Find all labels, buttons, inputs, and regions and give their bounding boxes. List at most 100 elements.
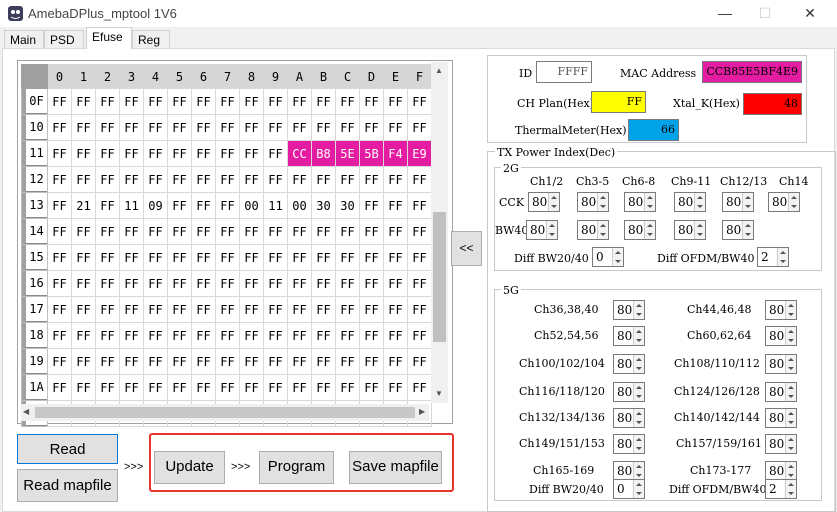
grid-cell[interactable]: FF [383, 244, 408, 271]
grid-cell[interactable]: FF [263, 348, 288, 375]
grid-cell[interactable]: FF [143, 88, 168, 115]
grid-cell[interactable]: FF [167, 114, 192, 141]
grid-cell[interactable]: FF [335, 88, 360, 115]
grid-cell[interactable]: FF [359, 244, 384, 271]
grid-cell[interactable]: FF [215, 166, 240, 193]
channel-spinner-5g[interactable]: 80 [613, 326, 645, 346]
grid-cell[interactable]: FF [95, 374, 120, 401]
grid-cell[interactable]: FF [119, 322, 144, 349]
grid-cell[interactable]: FF [47, 348, 72, 375]
grid-cell[interactable]: FF [383, 114, 408, 141]
grid-cell[interactable]: FF [359, 114, 384, 141]
grid-cell[interactable]: F4 [383, 140, 408, 167]
cck-spinner[interactable]: 80 [674, 192, 706, 212]
grid-cell[interactable]: FF [215, 374, 240, 401]
scroll-down-icon[interactable]: ▼ [435, 389, 443, 398]
grid-cell[interactable]: FF [311, 322, 336, 349]
grid-cell[interactable]: 00 [239, 192, 264, 219]
grid-cell[interactable]: FF [215, 192, 240, 219]
grid-cell[interactable]: FF [71, 88, 96, 115]
grid-cell[interactable]: FF [335, 296, 360, 323]
grid-cell[interactable]: FF [119, 114, 144, 141]
grid-cell[interactable]: FF [263, 296, 288, 323]
read-mapfile-button[interactable]: Read mapfile [17, 469, 118, 502]
grid-cell[interactable]: FF [71, 244, 96, 271]
grid-cell[interactable]: FF [119, 244, 144, 271]
grid-cell[interactable]: FF [359, 296, 384, 323]
grid-cell[interactable]: FF [311, 348, 336, 375]
grid-cell[interactable]: FF [407, 192, 432, 219]
grid-cell[interactable]: FF [71, 296, 96, 323]
spin-arrows-icon[interactable] [785, 355, 796, 373]
spin-arrows-icon[interactable] [742, 221, 753, 239]
grid-cell[interactable]: FF [263, 374, 288, 401]
grid-cell[interactable]: FF [335, 218, 360, 245]
grid-cell[interactable]: FF [383, 296, 408, 323]
grid-cell[interactable]: FF [191, 374, 216, 401]
grid-cell[interactable]: FF [191, 166, 216, 193]
channel-spinner-5g[interactable]: 80 [765, 408, 797, 428]
grid-cell[interactable]: FF [239, 218, 264, 245]
grid-cell[interactable]: FF [239, 348, 264, 375]
cck-spinner[interactable]: 80 [768, 192, 800, 212]
grid-cell[interactable]: FF [359, 88, 384, 115]
channel-spinner-5g[interactable]: 80 [613, 382, 645, 402]
grid-cell[interactable]: FF [215, 322, 240, 349]
grid-cell[interactable]: FF [311, 166, 336, 193]
grid-cell[interactable]: FF [71, 140, 96, 167]
grid-cell[interactable]: FF [167, 296, 192, 323]
grid-cell[interactable]: FF [95, 270, 120, 297]
grid-cell[interactable]: E9 [407, 140, 432, 167]
grid-cell[interactable]: FF [167, 348, 192, 375]
grid-cell[interactable]: FF [71, 270, 96, 297]
grid-cell[interactable]: FF [143, 218, 168, 245]
channel-spinner-5g[interactable]: 80 [613, 434, 645, 454]
spin-arrows-icon[interactable] [597, 193, 608, 211]
grid-cell[interactable]: FF [239, 88, 264, 115]
mac-field[interactable]: CCB85E5BF4E9 [702, 61, 802, 83]
channel-spinner-5g[interactable]: 80 [765, 461, 797, 481]
channel-spinner-5g[interactable]: 80 [613, 300, 645, 320]
grid-cell[interactable]: FF [95, 296, 120, 323]
grid-cell[interactable]: 30 [335, 192, 360, 219]
grid-cell[interactable]: FF [71, 114, 96, 141]
horizontal-scroll-thumb[interactable] [35, 407, 415, 418]
grid-cell[interactable]: FF [47, 166, 72, 193]
grid-cell[interactable]: FF [407, 322, 432, 349]
grid-cell[interactable]: FF [119, 374, 144, 401]
grid-cell[interactable]: FF [263, 166, 288, 193]
grid-cell[interactable]: FF [143, 348, 168, 375]
bw40-spinner[interactable]: 80 [722, 220, 754, 240]
channel-spinner-5g[interactable]: 80 [765, 326, 797, 346]
grid-cell[interactable]: FF [407, 166, 432, 193]
grid-cell[interactable]: FF [167, 374, 192, 401]
grid-cell[interactable]: FF [143, 140, 168, 167]
grid-cell[interactable]: FF [239, 270, 264, 297]
grid-cell[interactable]: FF [47, 218, 72, 245]
tab-psd[interactable]: PSD [44, 30, 84, 49]
grid-cell[interactable]: FF [239, 140, 264, 167]
grid-cell[interactable]: B8 [311, 140, 336, 167]
spin-arrows-icon[interactable] [633, 480, 644, 498]
grid-cell[interactable]: FF [215, 244, 240, 271]
grid-cell[interactable]: FF [191, 114, 216, 141]
grid-cell[interactable]: FF [287, 244, 312, 271]
grid-cell[interactable]: FF [95, 322, 120, 349]
grid-cell[interactable]: FF [143, 322, 168, 349]
grid-cell[interactable]: FF [167, 140, 192, 167]
channel-spinner-5g[interactable]: 80 [765, 434, 797, 454]
grid-cell[interactable]: FF [47, 296, 72, 323]
grid-cell[interactable]: FF [407, 88, 432, 115]
tab-efuse[interactable]: Efuse [86, 27, 132, 49]
spin-arrows-icon[interactable] [785, 327, 796, 345]
grid-cell[interactable]: FF [407, 218, 432, 245]
grid-cell[interactable]: FF [239, 374, 264, 401]
spin-arrows-icon[interactable] [612, 248, 623, 266]
grid-cell[interactable]: FF [191, 270, 216, 297]
grid-cell[interactable]: FF [191, 296, 216, 323]
grid-cell[interactable]: FF [359, 322, 384, 349]
id-field[interactable]: FFFF [536, 61, 592, 83]
spin-arrows-icon[interactable] [788, 193, 799, 211]
grid-cell[interactable]: FF [47, 114, 72, 141]
grid-cell[interactable]: CC [287, 140, 312, 167]
